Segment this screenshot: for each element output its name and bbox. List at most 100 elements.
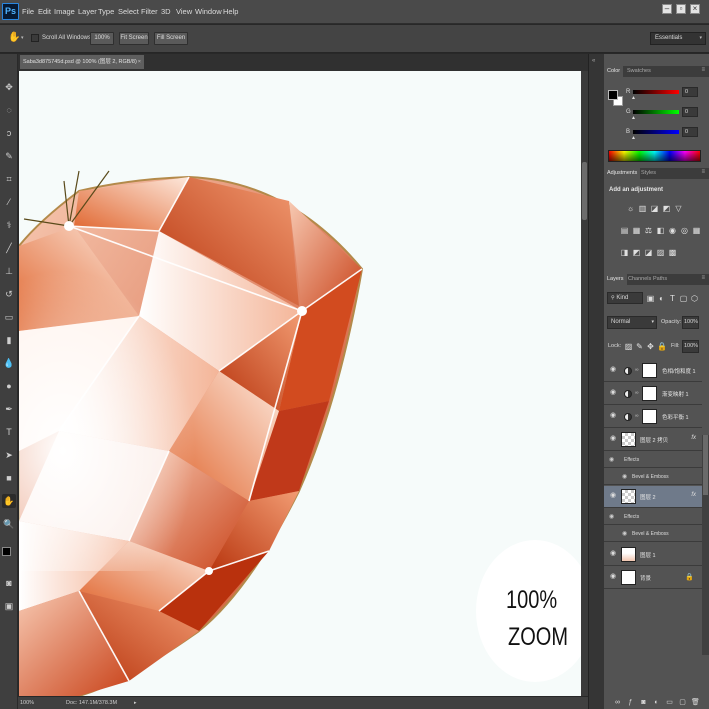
eye-icon[interactable]: ◉ [609,550,617,558]
eye-icon[interactable]: ◉ [609,389,617,397]
lock-all-icon[interactable]: 🔒 [657,342,667,351]
effect-row[interactable]: ◉ Bevel & Emboss [604,526,702,542]
marquee-tool-icon[interactable]: ◌ [2,103,16,117]
hand-tool-icon[interactable]: ✋ [2,494,16,508]
gradient-triangle-icon[interactable]: ▽ [674,204,683,213]
layer-mask-thumbnail[interactable] [642,409,657,424]
filter-pixel-icon[interactable]: ▣ [646,294,655,303]
curves-icon[interactable]: ◪ [650,204,659,213]
layer-row[interactable]: ◉ 图层 1 [604,544,702,566]
slider-thumb-icon[interactable]: ▲ [631,115,636,121]
crop-tool-icon[interactable]: ⌗ [2,172,16,186]
menu-image[interactable]: Image [54,7,75,16]
screen-mode-icon[interactable]: ▣ [2,599,16,613]
layer-mask-thumbnail[interactable] [642,386,657,401]
lasso-tool-icon[interactable]: ↄ [2,126,16,140]
fill-input[interactable]: 100% [682,340,699,353]
scroll-all-checkbox[interactable] [31,34,39,42]
menu-help[interactable]: Help [223,7,238,16]
blue-slider[interactable] [633,130,679,134]
layer-row-selected[interactable]: ◉ 图层 2 fx [604,486,702,508]
eye-icon[interactable]: ◉ [622,473,627,480]
levels-icon[interactable]: ▥ [638,204,647,213]
new-adjustment-icon[interactable]: ◐ [652,698,661,707]
blue-value[interactable]: 0 [682,127,698,137]
eye-icon[interactable]: ◉ [609,513,614,520]
quick-mask-icon[interactable]: ◙ [2,576,16,590]
chevron-down-icon[interactable]: ▾ [21,35,24,41]
healing-brush-icon[interactable]: ⚕ [2,218,16,232]
close-icon[interactable]: × [690,4,700,14]
lock-transparent-icon[interactable]: ▨ [624,342,633,351]
layer-row[interactable]: ◉ ∞ 色相/饱和度 1 [604,360,702,382]
layer-thumbnail[interactable] [621,547,636,562]
foreground-color-swatch[interactable] [2,547,11,556]
tab-layers[interactable]: Layers [604,274,627,285]
fx-badge[interactable]: fx [691,492,696,498]
layer-thumbnail[interactable] [621,489,636,504]
layer-filter-select[interactable]: ⚲ Kind [607,292,643,304]
layer-row[interactable]: ◉ 背景 🔒 [604,567,702,589]
dodge-tool-icon[interactable]: ● [2,379,16,393]
slider-thumb-icon[interactable]: ▲ [631,95,636,101]
menu-window[interactable]: Window [195,7,222,16]
green-value[interactable]: 0 [682,107,698,117]
layer-row[interactable]: ◉ ∞ 色彩平衡 1 [604,406,702,428]
trash-icon[interactable]: 🗑 [691,698,700,707]
fx-badge[interactable]: fx [691,435,696,441]
restore-icon[interactable]: ▫ [676,4,686,14]
menu-3d[interactable]: 3D [161,7,171,16]
blend-mode-select[interactable]: Normal ▾ [607,316,657,329]
gradient-map-icon[interactable]: ▩ [668,248,677,257]
quick-select-tool-icon[interactable]: ✎ [2,149,16,163]
eye-icon[interactable]: ◉ [609,412,617,420]
tab-styles[interactable]: Styles [638,168,659,179]
zoom-tool-icon[interactable]: 🔍 [2,517,16,531]
color-spectrum-bar[interactable] [608,150,701,162]
eye-icon[interactable]: ◉ [609,573,617,581]
collapse-icon[interactable]: « [592,58,595,64]
clone-stamp-icon[interactable]: ⊥ [2,264,16,278]
eraser-tool-icon[interactable]: ▭ [2,310,16,324]
minimize-icon[interactable]: – [662,4,672,14]
fit-screen-button[interactable]: Fit Screen [119,32,149,45]
filter-shape-icon[interactable]: ▢ [679,294,688,303]
brightness-icon[interactable]: ☼ [626,204,635,213]
canvas-scroll-thumb[interactable] [582,162,587,220]
type-tool-icon[interactable]: T [2,425,16,439]
effect-row[interactable]: ◉ Bevel & Emboss [604,469,702,485]
close-icon[interactable]: × [138,55,141,69]
channel-mixer-icon[interactable]: ◎ [680,226,689,235]
fx-icon[interactable]: ƒ [626,698,635,707]
photo-filter-icon[interactable]: ◉ [668,226,677,235]
workspace-select[interactable]: Essentials ▾ [650,32,706,45]
add-mask-icon[interactable]: ◙ [639,698,648,707]
blur-tool-icon[interactable]: 💧 [2,356,16,370]
layer-row[interactable]: ◉ 图层 2 拷贝 fx [604,429,702,451]
menu-view[interactable]: View [176,7,192,16]
eye-icon[interactable]: ◉ [622,530,627,537]
link-layers-icon[interactable]: ∞ [613,698,622,707]
layer-mask-thumbnail[interactable] [642,363,657,378]
rectangle-tool-icon[interactable]: ■ [2,471,16,485]
effects-row[interactable]: ◉ Effects [604,452,702,468]
new-group-icon[interactable]: ▭ [665,698,674,707]
exposure-icon[interactable]: ◩ [662,204,671,213]
gradient-tool-icon[interactable]: ▮ [2,333,16,347]
menu-edit[interactable]: Edit [38,7,51,16]
menu-file[interactable]: File [22,7,34,16]
eye-icon[interactable]: ◉ [609,456,614,463]
fill-screen-button[interactable]: Fill Screen [154,32,188,45]
pen-tool-icon[interactable]: ✒ [2,402,16,416]
posterize-icon[interactable]: ◩ [632,248,641,257]
move-tool-icon[interactable]: ✥ [2,80,16,94]
red-value[interactable]: 0 [682,87,698,97]
tab-color[interactable]: Color [604,66,624,77]
layer-row[interactable]: ◉ ∞ 渐变映射 1 [604,383,702,405]
foreground-color-swatch[interactable] [608,90,618,100]
color-lookup-icon[interactable]: ▦ [692,226,701,235]
lock-pixels-icon[interactable]: ✎ [635,342,644,351]
menu-filter[interactable]: Filter [141,7,158,16]
hue-saturation-icon[interactable]: ▦ [632,226,641,235]
filter-adjustment-icon[interactable]: ◐ [657,294,666,303]
